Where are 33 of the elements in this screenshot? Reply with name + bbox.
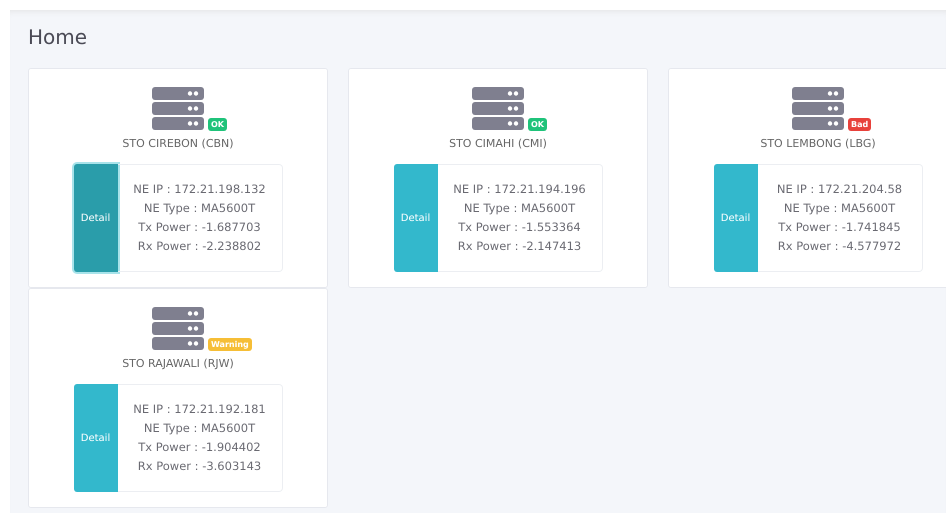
status-badge: Warning [208, 338, 252, 351]
info-line: NE Type : MA5600T [784, 201, 896, 216]
info-line: Tx Power : -1.904402 [138, 440, 261, 455]
server-icon [152, 87, 204, 131]
server-icon [792, 87, 844, 131]
info-line: NE IP : 172.21.204.58 [776, 182, 902, 197]
status-badge: OK [528, 118, 547, 131]
server-icon [152, 307, 204, 351]
info-line: NE IP : 172.21.194.196 [453, 182, 586, 197]
detail-button[interactable]: Detail [394, 164, 438, 272]
site-name: STO CIMAHI (CMI) [449, 137, 547, 150]
site-name: STO RAJAWALI (RJW) [122, 357, 234, 370]
info-line: Rx Power : -4.577972 [778, 239, 902, 254]
info-line: Tx Power : -1.553364 [458, 220, 581, 235]
status-badge: OK [208, 118, 227, 131]
site-name: STO LEMBONG (LBG) [760, 137, 876, 150]
info-line: Tx Power : -1.741845 [778, 220, 901, 235]
site-name: STO CIREBON (CBN) [122, 137, 234, 150]
info-line: Rx Power : -2.147413 [458, 239, 582, 254]
detail-button[interactable]: Detail [74, 384, 118, 492]
info-line: NE Type : MA5600T [144, 421, 256, 436]
info-line: NE Type : MA5600T [144, 201, 256, 216]
info-line: NE IP : 172.21.198.132 [133, 182, 266, 197]
info-line: Rx Power : -2.238802 [138, 239, 262, 254]
server-icon [472, 87, 524, 131]
info-line: Rx Power : -3.603143 [138, 459, 262, 474]
info-line: NE IP : 172.21.192.181 [133, 402, 266, 417]
page-title: Home [28, 24, 88, 50]
status-badge: Bad [848, 118, 872, 131]
detail-button[interactable]: Detail [714, 164, 758, 272]
detail-button[interactable]: Detail [74, 164, 118, 272]
info-line: NE Type : MA5600T [464, 201, 576, 216]
info-line: Tx Power : -1.687703 [138, 220, 261, 235]
